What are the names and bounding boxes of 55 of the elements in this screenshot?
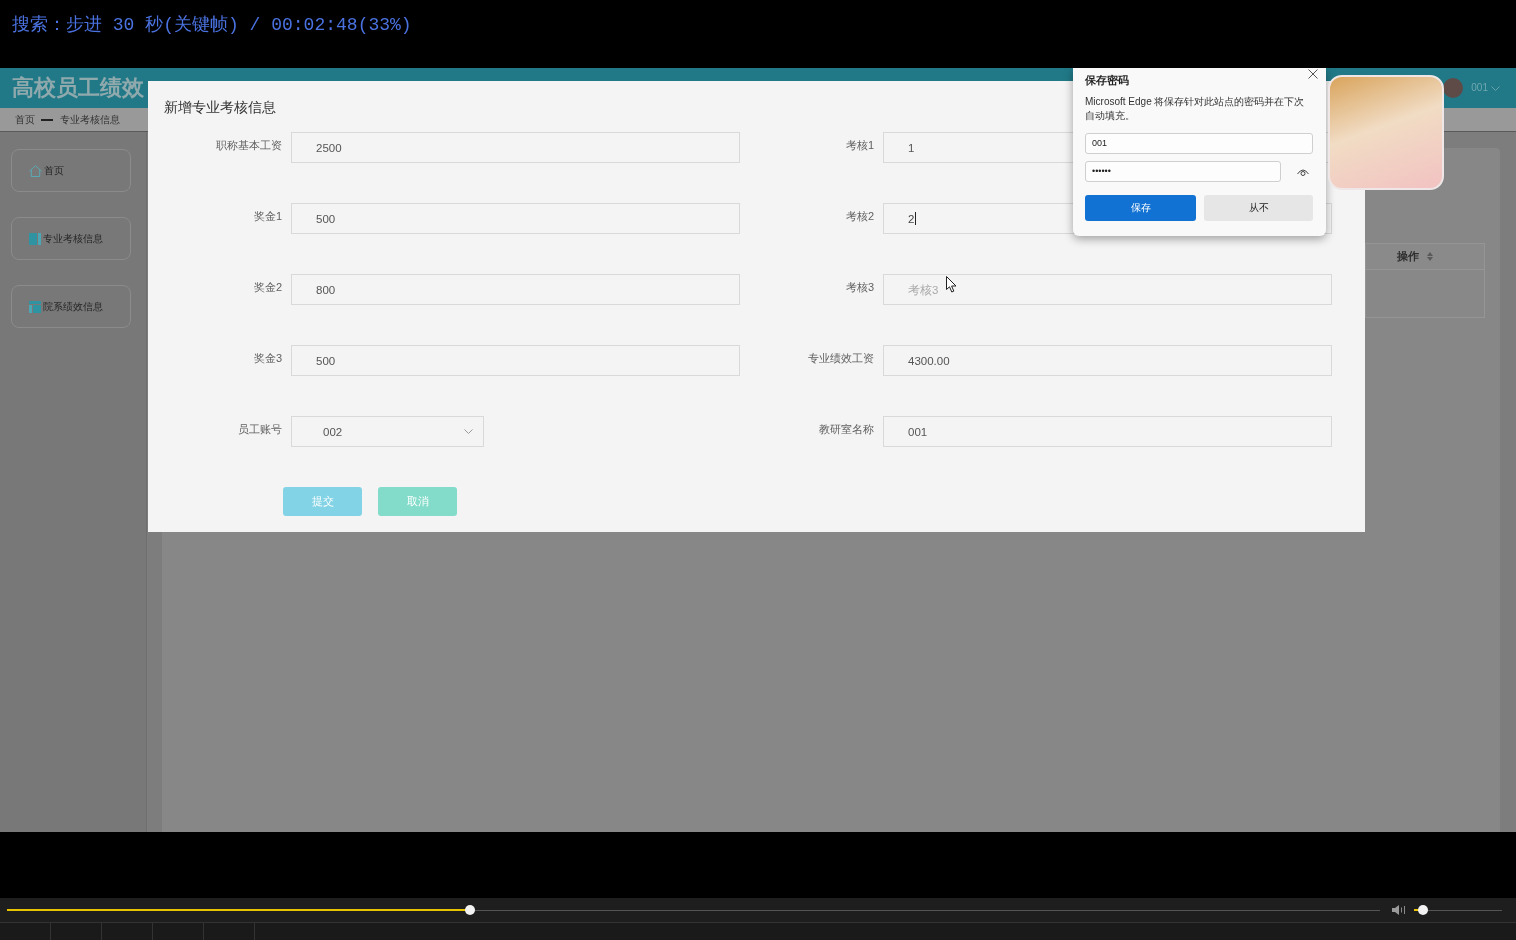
input-value: 2: [908, 211, 915, 226]
chevron-down-icon: [464, 429, 473, 434]
text-input[interactable]: 500: [291, 203, 740, 234]
select-field[interactable]: 002: [291, 416, 484, 447]
input-value: 800: [316, 282, 336, 297]
field-label: 考核3: [844, 281, 874, 294]
field-label: 员工账号: [237, 423, 282, 436]
breadcrumb-current: 专业考核信息: [60, 113, 120, 126]
text-input[interactable]: 800: [291, 274, 740, 305]
avatar-placeholder: [1443, 78, 1464, 98]
sidebar-item[interactable]: 首页: [11, 149, 131, 192]
dialog-title: 新增专业考核信息: [164, 98, 276, 116]
speaker-icon[interactable]: [1392, 905, 1406, 915]
select-value: 002: [323, 424, 343, 439]
text-input[interactable]: 4300.00: [883, 345, 1332, 376]
input-value: 001: [908, 424, 928, 439]
book-icon: [29, 232, 41, 245]
input-value: 2500: [316, 140, 342, 155]
home-icon: [29, 164, 42, 177]
chevron-down-icon: [1491, 85, 1500, 91]
field-label: 奖金2: [252, 281, 282, 294]
save-button[interactable]: 保存: [1085, 195, 1196, 221]
column-header[interactable]: 操作: [1365, 243, 1485, 270]
mouse-cursor-icon: [946, 276, 957, 293]
text-input[interactable]: 001: [883, 416, 1332, 447]
text-input[interactable]: 500: [291, 345, 740, 376]
field-label: 奖金1: [252, 210, 282, 223]
input-value: 500: [316, 353, 336, 368]
popup-message: Microsoft Edge 将保存针对此站点的密码并在下次自动填充。: [1085, 95, 1306, 123]
panel-icon: [29, 300, 41, 313]
field-label: 专业绩效工资: [807, 352, 874, 365]
field-label: 考核2: [844, 210, 874, 223]
osd-text: 搜索：步进 30 秒(关键帧) / 00:02:48(33%): [12, 15, 412, 35]
input-value: 1: [908, 140, 915, 155]
never-button[interactable]: 从不: [1204, 195, 1313, 221]
text-input[interactable]: 2500: [291, 132, 740, 163]
breadcrumb-link[interactable]: 首页: [15, 113, 35, 126]
input-value: 4300.00: [908, 353, 950, 368]
app-title: 高校员工绩效: [12, 75, 144, 101]
sort-icon: [1427, 252, 1433, 261]
close-icon[interactable]: [1308, 69, 1318, 79]
placeholder-text: 考核3: [908, 282, 939, 297]
password-field[interactable]: ••••••: [1085, 161, 1281, 182]
eye-icon[interactable]: [1297, 167, 1309, 176]
volume-thumb[interactable]: [1417, 905, 1428, 915]
sidebar-item[interactable]: 专业考核信息: [11, 217, 131, 260]
field-label: 奖金3: [252, 352, 282, 365]
field-label: 职称基本工资: [215, 139, 282, 152]
username-field[interactable]: 001: [1085, 133, 1313, 154]
sidebar-item[interactable]: 院系绩效信息: [11, 285, 131, 328]
field-label: 考核1: [844, 139, 874, 152]
field-label: 教研室名称: [818, 423, 874, 436]
input-value: 500: [316, 211, 336, 226]
popup-title: 保存密码: [1085, 74, 1129, 87]
progress-thumb[interactable]: [464, 905, 475, 915]
